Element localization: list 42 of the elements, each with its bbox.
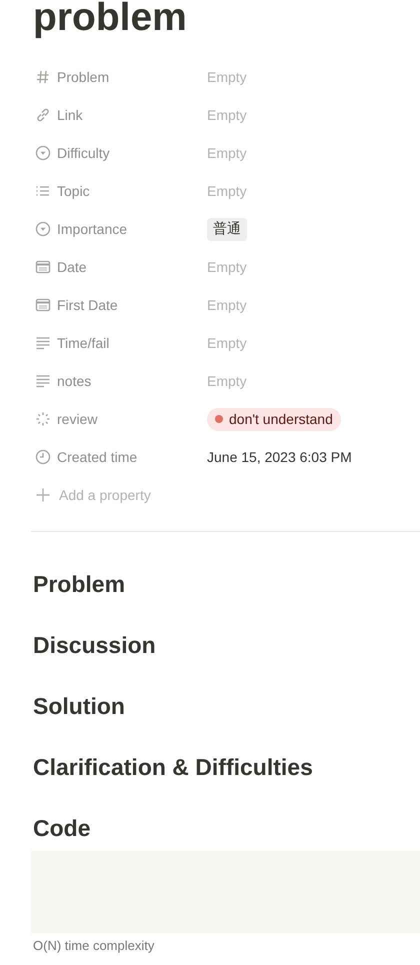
page-title: problem <box>32 0 188 41</box>
status-text: don't understand <box>229 410 333 428</box>
add-property-button[interactable]: Add a property <box>35 476 420 514</box>
section-heading: Problem <box>33 570 126 599</box>
section-heading: Solution <box>33 692 126 721</box>
property-label[interactable]: Problem <box>57 66 110 88</box>
empty-value: Empty <box>207 372 247 391</box>
code-caption: O(N) time complexity <box>32 938 156 954</box>
loading-icon <box>35 411 51 427</box>
dropdown-circle-icon <box>35 221 51 237</box>
empty-value: Empty <box>207 296 247 315</box>
section-heading: Discussion <box>33 631 157 660</box>
property-label[interactable]: Time/fail <box>57 332 110 354</box>
clock-icon <box>35 449 51 465</box>
text-lines-icon <box>35 335 51 351</box>
property-label[interactable]: review <box>57 408 98 430</box>
empty-value: Empty <box>207 334 247 353</box>
property-label[interactable]: Date <box>57 256 87 278</box>
plus-icon <box>35 487 51 503</box>
select-tag: 普通 <box>207 218 247 240</box>
calendar-icon <box>35 297 51 313</box>
calendar-icon <box>35 259 51 275</box>
empty-value: Empty <box>207 68 247 87</box>
link-icon <box>35 107 51 123</box>
text-lines-icon <box>35 373 51 389</box>
property-label[interactable]: Link <box>57 104 83 126</box>
hash-icon <box>35 69 51 85</box>
created-time-value: June 15, 2023 6:03 PM <box>207 448 352 466</box>
empty-value: Empty <box>207 182 247 201</box>
list-icon <box>35 183 51 199</box>
property-label[interactable]: Importance <box>57 218 128 240</box>
section-heading: Code <box>33 814 92 843</box>
empty-value: Empty <box>207 258 247 277</box>
dropdown-circle-icon <box>35 145 51 161</box>
empty-value: Empty <box>207 106 247 125</box>
property-label[interactable]: Topic <box>57 180 90 202</box>
property-label[interactable]: Created time <box>57 446 138 468</box>
property-label[interactable]: Difficulty <box>57 142 110 164</box>
property-label[interactable]: First Date <box>57 294 118 316</box>
empty-value: Empty <box>207 144 247 163</box>
property-label[interactable]: notes <box>57 370 92 392</box>
section-heading: Clarification & Difficulties <box>33 753 314 782</box>
